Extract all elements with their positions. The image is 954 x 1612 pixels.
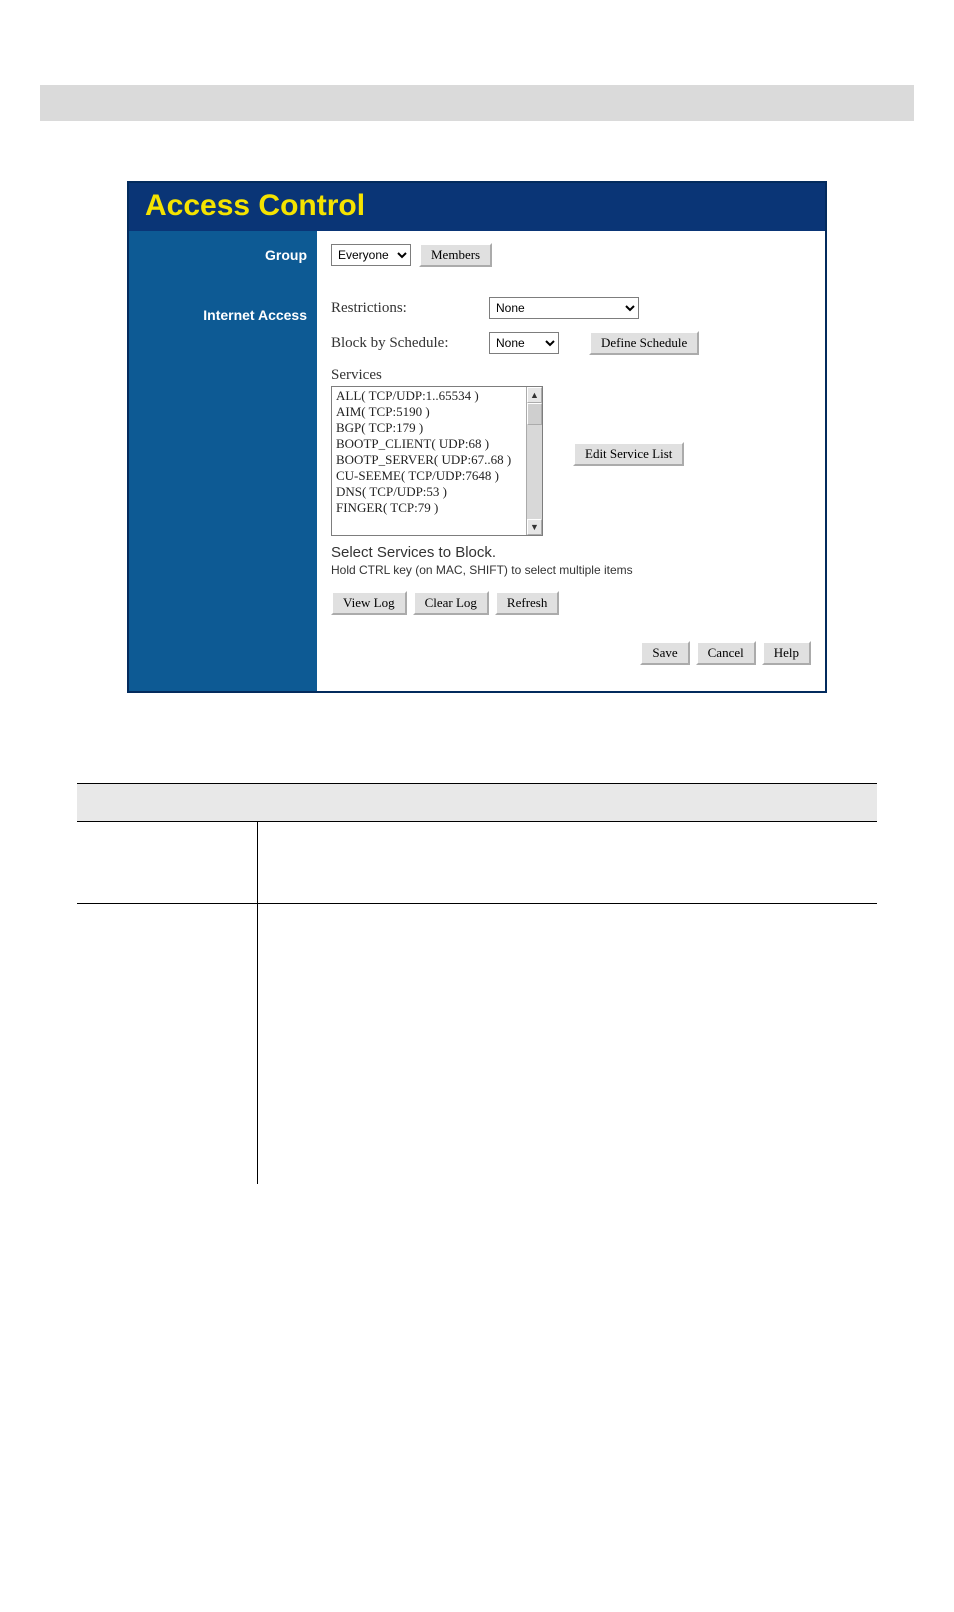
view-log-button[interactable]: View Log (331, 591, 407, 615)
group-select[interactable]: Everyone (331, 244, 411, 266)
table-header (77, 784, 877, 822)
table-row (77, 904, 877, 1184)
list-item[interactable]: DNS( TCP/UDP:53 ) (336, 484, 542, 500)
scrollbar[interactable]: ▲ ▼ (526, 387, 542, 535)
cancel-button[interactable]: Cancel (696, 641, 756, 665)
block-schedule-select[interactable]: None (489, 332, 559, 354)
list-item[interactable]: BGP( TCP:179 ) (336, 420, 542, 436)
sidebar-label-internet: Internet Access (129, 307, 307, 323)
sidebar: Group Internet Access (129, 231, 317, 691)
content-area: Everyone Members Restrictions: None Bloc… (317, 231, 825, 691)
page-title: Access Control (129, 183, 825, 231)
top-gray-bar (40, 85, 914, 121)
members-button[interactable]: Members (419, 243, 492, 267)
services-listbox[interactable]: ALL( TCP/UDP:1..65534 ) AIM( TCP:5190 ) … (331, 386, 543, 536)
sidebar-label-group: Group (129, 247, 307, 263)
help-button[interactable]: Help (762, 641, 811, 665)
clear-log-button[interactable]: Clear Log (413, 591, 489, 615)
table-row (77, 822, 877, 904)
select-services-hint: Select Services to Block. (331, 544, 811, 561)
restrictions-label: Restrictions: (331, 300, 481, 317)
list-item[interactable]: BOOTP_CLIENT( UDP:68 ) (336, 436, 542, 452)
scroll-down-icon[interactable]: ▼ (527, 519, 542, 535)
list-item[interactable]: CU-SEEME( TCP/UDP:7648 ) (336, 468, 542, 484)
scroll-up-icon[interactable]: ▲ (527, 387, 542, 403)
list-item[interactable]: FINGER( TCP:79 ) (336, 500, 542, 516)
restrictions-select[interactable]: None (489, 297, 639, 319)
edit-service-list-button[interactable]: Edit Service List (573, 442, 684, 466)
services-label: Services (331, 367, 811, 384)
description-table (77, 783, 877, 1184)
define-schedule-button[interactable]: Define Schedule (589, 331, 699, 355)
save-button[interactable]: Save (640, 641, 689, 665)
refresh-button[interactable]: Refresh (495, 591, 559, 615)
block-schedule-label: Block by Schedule: (331, 335, 481, 352)
list-item[interactable]: ALL( TCP/UDP:1..65534 ) (336, 388, 542, 404)
scroll-thumb[interactable] (527, 403, 542, 425)
list-item[interactable]: AIM( TCP:5190 ) (336, 404, 542, 420)
access-control-panel: Access Control Group Internet Access Eve… (127, 181, 827, 693)
ctrl-hint: Hold CTRL key (on MAC, SHIFT) to select … (331, 563, 811, 577)
list-item[interactable]: BOOTP_SERVER( UDP:67..68 ) (336, 452, 542, 468)
